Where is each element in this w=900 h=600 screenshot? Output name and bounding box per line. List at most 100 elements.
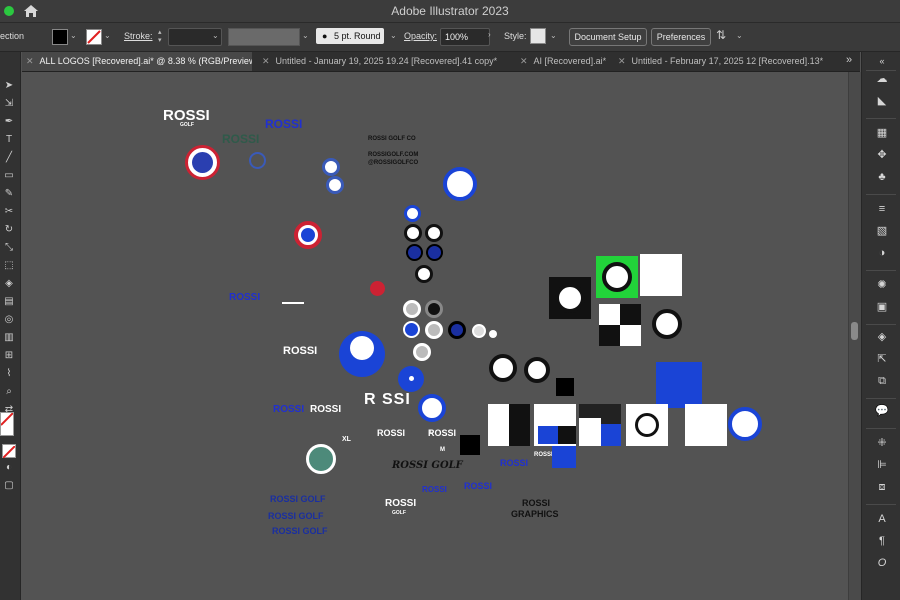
type-tool-icon[interactable]: T	[2, 134, 16, 146]
rossi-wordmark-green[interactable]: ROSSI	[222, 133, 259, 145]
line-tool-icon[interactable]: ╱	[2, 152, 16, 164]
scissors-tool-icon[interactable]: ✂	[2, 206, 16, 218]
rossi-badge-blue-solid[interactable]	[339, 331, 385, 377]
stroke-color-dropdown-icon[interactable]: ⌄	[104, 31, 111, 40]
tab-ai-recovered[interactable]: ✕ AI [Recovered].ai*	[520, 52, 612, 71]
selection-tool-icon[interactable]: ➤	[2, 80, 16, 92]
badge-grey-c2[interactable]	[425, 321, 443, 339]
align-icon[interactable]: ⊫	[874, 458, 890, 472]
badge-grey-c3[interactable]	[413, 343, 431, 361]
stroke-panel-icon[interactable]: ≡	[874, 202, 890, 216]
badge-navy-c1[interactable]	[406, 244, 423, 261]
artboard-canvas[interactable]: ROSSI GOLF ROSSI ROSSI ROSSI GOLF CO ROS…	[22, 72, 848, 600]
vertical-scrollbar[interactable]	[848, 72, 861, 600]
fill-swatch[interactable]	[52, 29, 68, 45]
stroke-label[interactable]: Stroke:	[124, 31, 153, 41]
properties-icon[interactable]: ◣	[874, 94, 890, 108]
fill-color-indicator[interactable]	[0, 412, 14, 436]
screen-mode-icon[interactable]: ▢	[2, 480, 16, 492]
scrollbar-thumb[interactable]	[851, 322, 858, 340]
export-icon[interactable]: ⇱	[874, 352, 890, 366]
artboard-white-2[interactable]	[685, 404, 727, 446]
blue-square-small[interactable]	[552, 446, 576, 468]
transparency-panel-icon[interactable]: ◑	[874, 246, 890, 260]
arrange-dropdown-icon[interactable]: ⌄	[736, 31, 743, 40]
opacity-arrow-icon[interactable]: ›	[488, 30, 491, 39]
comments-icon[interactable]: 💬	[874, 404, 890, 418]
rossi-graphics-2[interactable]: GRAPHICS	[511, 510, 559, 519]
collapse-panels-icon[interactable]: «	[874, 54, 890, 68]
rossi-wordmark-white-small[interactable]: ROSSI	[534, 452, 553, 458]
rossi-golf-text-2[interactable]: ROSSI GOLF	[268, 512, 324, 521]
artboard-bw-grid[interactable]	[599, 304, 641, 346]
rossi-wordmark-blue-3[interactable]: ROSSI	[273, 405, 304, 415]
direct-selection-tool-icon[interactable]: ⇲	[2, 98, 16, 110]
badge-black-c2[interactable]	[425, 224, 443, 242]
artboard-blue-black[interactable]	[534, 404, 576, 446]
rossi-badge-black-2[interactable]	[524, 357, 550, 383]
artboard-bw-badges[interactable]	[488, 404, 530, 446]
rossi-golf-text-1[interactable]: ROSSI GOLF	[270, 495, 326, 504]
rossi-badge-blue-large[interactable]	[443, 167, 477, 201]
opacity-input[interactable]: 100%	[440, 28, 490, 46]
swatches-icon[interactable]: ▦	[874, 126, 890, 140]
rossi-wordmark-white-2[interactable]: ROSSI	[310, 405, 341, 415]
rossi-badge-red[interactable]	[185, 145, 220, 180]
artboard-mockup[interactable]	[579, 404, 621, 446]
opacity-label[interactable]: Opacity:	[404, 31, 437, 41]
tab-untitled-february[interactable]: ✕ Untitled - February 17, 2025 12 [Recove…	[618, 52, 848, 71]
rotate-tool-icon[interactable]: ↻	[2, 224, 16, 236]
rossi-wordmark-blue-4[interactable]: ROSSI	[500, 459, 528, 468]
close-tab-icon[interactable]: ✕	[262, 56, 270, 66]
free-transform-tool-icon[interactable]: ⬚	[2, 260, 16, 272]
badge-black-c3[interactable]	[415, 265, 433, 283]
dot-white[interactable]	[489, 330, 497, 338]
graph-tool-icon[interactable]: ▥	[2, 332, 16, 344]
rossi-wordmark-white-5[interactable]: ROSSI	[385, 499, 416, 509]
rossi-golf-text-3[interactable]: ROSSI GOLF	[272, 527, 328, 536]
transform-icon[interactable]: ⁜	[874, 436, 890, 450]
small-badge-blue-2[interactable]	[326, 176, 344, 194]
stroke-weight-stepper[interactable]: ▴ ▾	[158, 29, 162, 45]
badge-red-small[interactable]	[370, 281, 385, 296]
gradient-tool-icon[interactable]: ▤	[2, 296, 16, 308]
rossi-wordmark-white[interactable]: ROSSI	[163, 108, 210, 123]
rectangle-tool-icon[interactable]: ▭	[2, 170, 16, 182]
character-icon[interactable]: A	[874, 512, 890, 526]
rossi-golf-co-text[interactable]: ROSSI GOLF CO	[368, 136, 416, 142]
badge-grey-small[interactable]	[472, 324, 486, 338]
drawing-mode-icon[interactable]: ◐	[2, 462, 16, 474]
badge-grey-c1[interactable]	[403, 300, 421, 318]
rossi-wordmark-blue-6[interactable]: ROSSI	[422, 486, 447, 494]
badge-blue-c1[interactable]	[404, 205, 421, 222]
rossi-wordmark-white-gold[interactable]: ROSSI	[283, 346, 317, 357]
symbols-icon[interactable]: ♣	[874, 170, 890, 184]
rossi-badge-outline[interactable]	[249, 152, 266, 169]
opentype-icon[interactable]: O	[874, 556, 890, 570]
rossi-script-wordmark[interactable]: ROSSI GOLF	[392, 461, 463, 471]
stroke-swatch[interactable]	[86, 29, 102, 45]
badge-blue-c2[interactable]	[403, 321, 420, 338]
rossi-badge-red-2[interactable]	[294, 221, 322, 249]
pen-tool-icon[interactable]: ✒	[2, 116, 16, 128]
close-tab-icon[interactable]: ✕	[520, 56, 528, 66]
none-button[interactable]	[2, 444, 16, 459]
black-square-tiny[interactable]	[556, 378, 574, 396]
artboard-black[interactable]	[549, 277, 591, 319]
artboards-icon[interactable]: ⧉	[874, 374, 890, 388]
graphic-style-swatch[interactable]	[530, 28, 546, 44]
zoom-tool-icon[interactable]: ⌕	[2, 386, 16, 398]
blend-tool-icon[interactable]: ◎	[2, 314, 16, 326]
badge-navy-c2[interactable]	[426, 244, 443, 261]
brush-definition[interactable]: ● 5 pt. Round	[316, 28, 384, 44]
scale-tool-icon[interactable]: ⤡	[2, 242, 16, 254]
document-setup-button[interactable]: Document Setup	[569, 28, 647, 46]
artboard-tool-icon[interactable]: ⊞	[2, 350, 16, 362]
libraries-icon[interactable]: ☁	[874, 72, 890, 86]
brush-dropdown-icon[interactable]: ⌄	[390, 31, 397, 40]
tab-untitled-january[interactable]: ✕ Untitled - January 19, 2025 19.24 [Reco…	[262, 52, 514, 71]
rossigolf-com-text[interactable]: ROSSIGOLF.COM	[368, 152, 418, 158]
graphic-styles-icon[interactable]: ▣	[874, 300, 890, 314]
gradient-panel-icon[interactable]: ▧	[874, 224, 890, 238]
preferences-button[interactable]: Preferences	[651, 28, 711, 46]
